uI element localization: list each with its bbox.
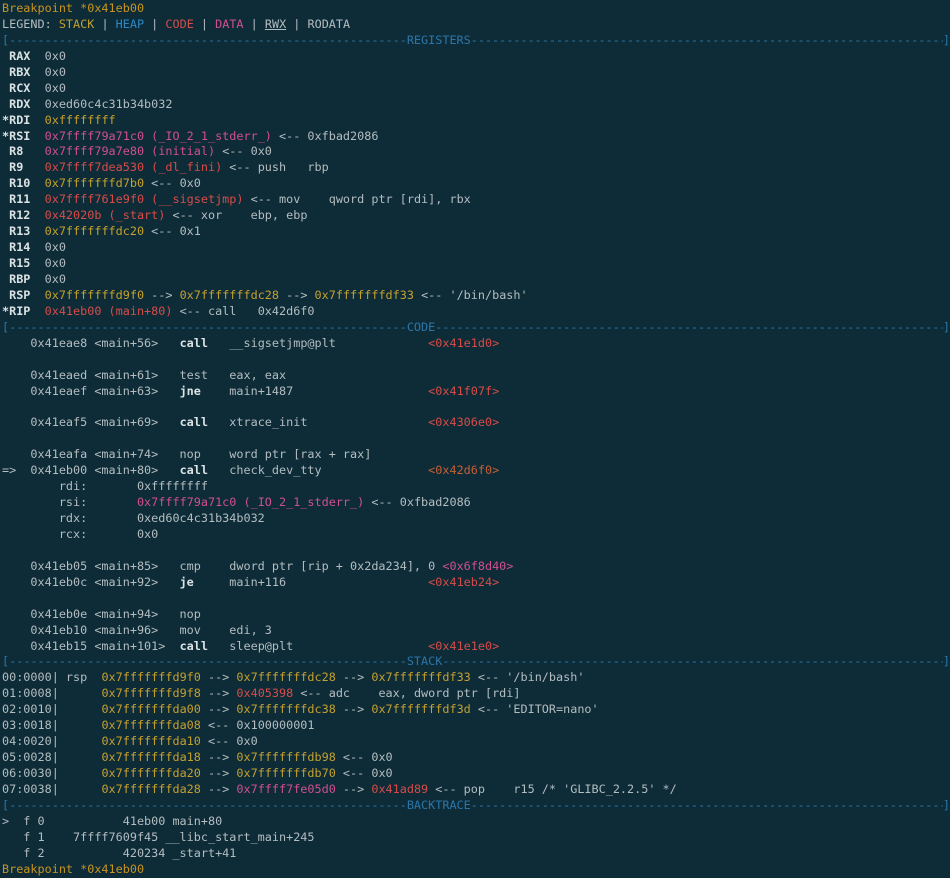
call-arg-rdi: rdi: 0xffffffff — [2, 479, 950, 495]
register-rip: *RIP 0x41eb00 (main+80) <-- call 0x42d6f… — [2, 304, 950, 320]
disasm-0x41eb0e: 0x41eb0e <main+94> nop — [2, 607, 950, 623]
stack-entry-05: 05:0028| 0x7fffffffda18 --> 0x7fffffffdb… — [2, 750, 950, 766]
gdb-breakpoint-message-bottom: Breakpoint *0x41eb00 — [2, 862, 950, 878]
register-r15: R15 0x0 — [2, 256, 950, 272]
backtrace-frame-2: f 2 420234 _start+41 — [2, 846, 950, 862]
code-section-header: [---------------------------------------… — [2, 320, 950, 336]
register-r14: R14 0x0 — [2, 240, 950, 256]
register-rcx: RCX 0x0 — [2, 81, 950, 97]
register-rbp: RBP 0x0 — [2, 272, 950, 288]
disasm-0x41eb10: 0x41eb10 <main+96> mov edi, 3 — [2, 623, 950, 639]
divider-dashes: ----------------------------------------… — [9, 654, 407, 670]
register-rsp: RSP 0x7fffffffd9f0 --> 0x7fffffffdc28 --… — [2, 288, 950, 304]
disasm-0x41eb05: 0x41eb05 <main+85> cmp dword ptr [rip + … — [2, 559, 950, 575]
backtrace-frame-1: f 1 7ffff7609f45 __libc_start_main+245 — [2, 830, 950, 846]
call-arg-rsi: rsi: 0x7ffff79a71c0 (_IO_2_1_stderr_) <-… — [2, 495, 950, 511]
register-rax: RAX 0x0 — [2, 49, 950, 65]
divider-dashes: ----------------------------------------… — [9, 320, 407, 336]
legend-rodata: RODATA — [307, 17, 350, 31]
stack-entry-04: 04:0020| 0x7fffffffda10 <-- 0x0 — [2, 734, 950, 750]
disasm-0x41eaed: 0x41eaed <main+61> test eax, eax — [2, 368, 950, 384]
registers-section-header: [---------------------------------------… — [2, 33, 950, 49]
gdb-breakpoint-message-top: Breakpoint *0x41eb00 — [2, 1, 950, 17]
register-rdx: RDX 0xed60c4c31b34b032 — [2, 97, 950, 113]
divider-dashes: ----------------------------------------… — [471, 33, 943, 49]
legend-heap: HEAP — [116, 17, 144, 31]
blank — [2, 399, 950, 415]
divider-dashes: ----------------------------------------… — [442, 654, 943, 670]
legend-code: CODE — [165, 17, 193, 31]
stack-entry-02: 02:0010| 0x7fffffffda00 --> 0x7fffffffdc… — [2, 702, 950, 718]
register-r12: R12 0x42020b (_start) <-- xor ebp, ebp — [2, 208, 950, 224]
backtrace-frame-0: > f 0 41eb00 main+80 — [2, 814, 950, 830]
disasm-0x41eae8: 0x41eae8 <main+56> call __sigsetjmp@plt … — [2, 336, 950, 352]
divider-dashes: ----------------------------------------… — [9, 798, 407, 814]
disasm-current-0x41eb00: => 0x41eb00 <main+80> call check_dev_tty… — [2, 463, 950, 479]
stack-section-header-label: STACK — [407, 654, 443, 670]
stack-entry-06: 06:0030| 0x7fffffffda20 --> 0x7fffffffdb… — [2, 766, 950, 782]
register-r11: R11 0x7ffff761e9f0 (__sigsetjmp) <-- mov… — [2, 192, 950, 208]
debugger-terminal[interactable]: Breakpoint *0x41eb00LEGEND: STACK | HEAP… — [0, 0, 950, 878]
register-rbx: RBX 0x0 — [2, 65, 950, 81]
legend-rwx: RWX — [265, 17, 286, 31]
divider-dashes: ----------------------------------------… — [435, 320, 943, 336]
call-arg-rdx: rdx: 0xed60c4c31b34b032 — [2, 511, 950, 527]
stack-section-header: [---------------------------------------… — [2, 654, 950, 670]
disasm-0x41eaef: 0x41eaef <main+63> jne main+1487 <0x41f0… — [2, 384, 950, 400]
register-rsi: *RSI 0x7ffff79a71c0 (_IO_2_1_stderr_) <-… — [2, 129, 950, 145]
disasm-0x41eb0c: 0x41eb0c <main+92> je main+116 <0x41eb24… — [2, 575, 950, 591]
blank — [2, 591, 950, 607]
code-section-header-label: CODE — [407, 320, 435, 336]
stack-entry-03: 03:0018| 0x7fffffffda08 <-- 0x100000001 — [2, 718, 950, 734]
backtrace-section-header-label: BACKTRACE — [407, 798, 471, 814]
legend: LEGEND: STACK | HEAP | CODE | DATA | RWX… — [2, 17, 950, 33]
call-arg-rcx: rcx: 0x0 — [2, 527, 950, 543]
disasm-0x41eaf5: 0x41eaf5 <main+69> call xtrace_init <0x4… — [2, 415, 950, 431]
blank — [2, 431, 950, 447]
registers-section-header-label: REGISTERS — [407, 33, 471, 49]
disasm-0x41eafa: 0x41eafa <main+74> nop word ptr [rax + r… — [2, 447, 950, 463]
register-r9: R9 0x7ffff7dea530 (_dl_fini) <-- push rb… — [2, 160, 950, 176]
legend-stack: STACK — [59, 17, 95, 31]
divider-dashes: ----------------------------------------… — [471, 798, 943, 814]
register-r10: R10 0x7fffffffd7b0 <-- 0x0 — [2, 176, 950, 192]
register-rdi: *RDI 0xffffffff — [2, 113, 950, 129]
divider-dashes: ----------------------------------------… — [9, 33, 407, 49]
blank — [2, 352, 950, 368]
stack-entry-00: 00:0000| rsp 0x7fffffffd9f0 --> 0x7fffff… — [2, 670, 950, 686]
stack-entry-01: 01:0008| 0x7fffffffd9f8 --> 0x405398 <--… — [2, 686, 950, 702]
register-r13: R13 0x7fffffffdc20 <-- 0x1 — [2, 224, 950, 240]
legend-data: DATA — [215, 17, 243, 31]
legend-label: LEGEND: — [2, 17, 59, 31]
register-r8: R8 0x7ffff79a7e80 (initial) <-- 0x0 — [2, 144, 950, 160]
backtrace-section-header: [---------------------------------------… — [2, 798, 950, 814]
disasm-0x41eb15: 0x41eb15 <main+101> call sleep@plt <0x41… — [2, 639, 950, 655]
blank — [2, 543, 950, 559]
stack-entry-07: 07:0038| 0x7fffffffda28 --> 0x7ffff7fe05… — [2, 782, 950, 798]
